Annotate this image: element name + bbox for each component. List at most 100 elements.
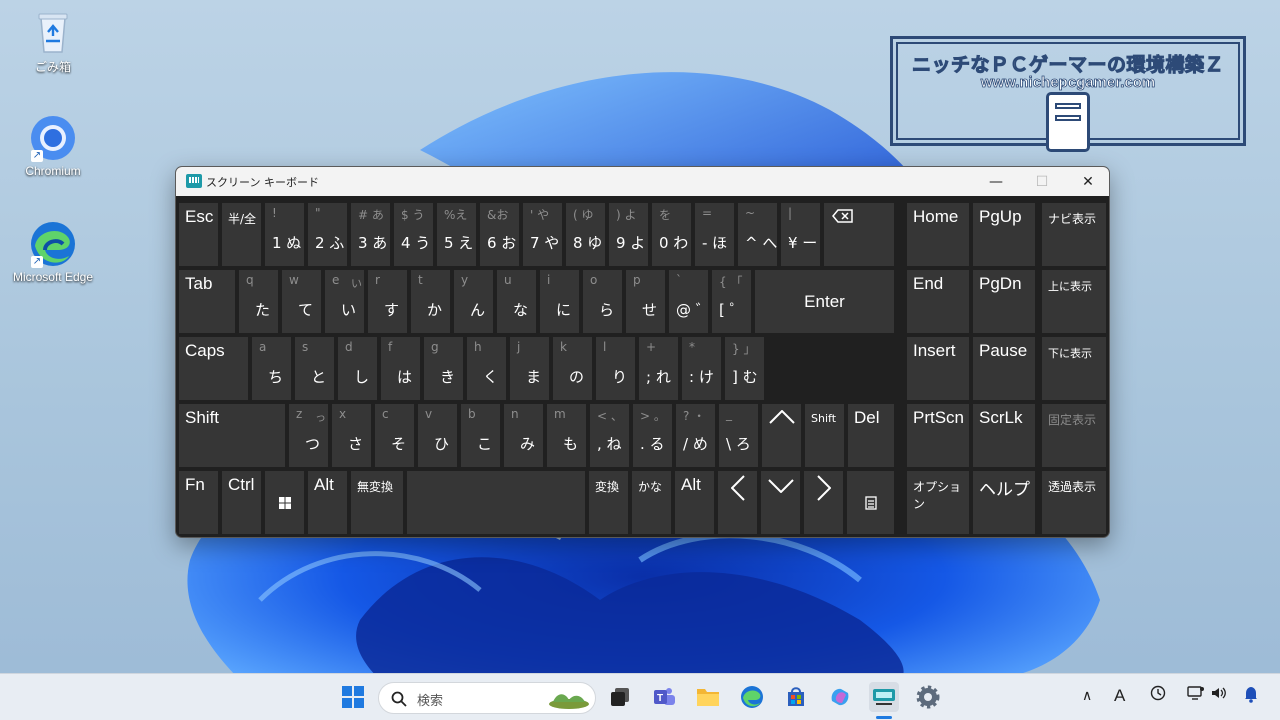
key-insert[interactable]: Insert [907, 337, 969, 400]
key-t[interactable]: tか [411, 270, 450, 333]
key-e[interactable]: eいい [325, 270, 364, 333]
key-options[interactable]: オプション [907, 471, 969, 534]
key-fn[interactable]: Fn [179, 471, 218, 534]
key-b[interactable]: bこ [461, 404, 500, 467]
key-w[interactable]: wて [282, 270, 321, 333]
key-kana-key[interactable]: かな [632, 471, 671, 534]
store-icon[interactable] [781, 682, 811, 712]
network-icon[interactable] [1187, 685, 1205, 705]
key-alt-l[interactable]: Alt [308, 471, 347, 534]
clock-icon[interactable] [1150, 685, 1166, 705]
teams-icon[interactable]: T [649, 682, 679, 712]
key-p[interactable]: pせ [626, 270, 665, 333]
key-show-down[interactable]: 下に表示 [1042, 337, 1106, 400]
edge-desktop-icon[interactable]: ↗ Microsoft Edge [10, 220, 96, 284]
key-a[interactable]: aち [252, 337, 291, 400]
key-s[interactable]: sと [295, 337, 334, 400]
key-period[interactable]: > 。 . る [633, 404, 672, 467]
key-o[interactable]: oら [583, 270, 622, 333]
key-menu[interactable] [847, 471, 894, 534]
key-r[interactable]: rす [368, 270, 407, 333]
key-alt-r[interactable]: Alt [675, 471, 714, 534]
osk-taskbar-icon[interactable] [869, 682, 899, 712]
key-g[interactable]: gき [424, 337, 463, 400]
key-minus[interactable]: = - ほ [695, 203, 734, 266]
key-scrlk[interactable]: ScrLk [973, 404, 1035, 467]
key-lbracket[interactable]: { 「 [ ゜ [712, 270, 751, 333]
key-caps[interactable]: Caps [179, 337, 248, 400]
key-prtscn[interactable]: PrtScn [907, 404, 969, 467]
key-yen[interactable]: | ¥ ー [781, 203, 820, 266]
key-u[interactable]: uな [497, 270, 536, 333]
notification-bell-icon[interactable] [1243, 685, 1259, 707]
key-caret[interactable]: ~ ^ へ [738, 203, 777, 266]
key-del[interactable]: Del [848, 404, 894, 467]
key-x[interactable]: xさ [332, 404, 371, 467]
search-box[interactable]: 検索 [378, 682, 596, 714]
key-pgup[interactable]: PgUp [973, 203, 1035, 266]
key-8[interactable]: ( ゆ 8 ゆ [566, 203, 605, 266]
key-down[interactable] [761, 471, 800, 534]
key-q[interactable]: qた [239, 270, 278, 333]
key-d[interactable]: dし [338, 337, 377, 400]
show-hidden-icons-chevron-icon[interactable]: ∧ [1082, 688, 1092, 704]
recycle-bin-desktop-icon[interactable]: ごみ箱 [10, 8, 96, 75]
settings-icon[interactable] [913, 682, 943, 712]
maximize-button[interactable]: ☐ [1019, 167, 1065, 196]
file-explorer-icon[interactable] [693, 682, 723, 712]
key-muhenkan[interactable]: 無変換 [351, 471, 403, 534]
key-j[interactable]: jま [510, 337, 549, 400]
key-tab[interactable]: Tab [179, 270, 235, 333]
key-ctrl[interactable]: Ctrl [222, 471, 261, 534]
ime-mode-indicator[interactable]: A [1114, 686, 1125, 706]
copilot-icon[interactable] [825, 682, 855, 712]
key-help[interactable]: ヘルプ [973, 471, 1035, 534]
key-fade[interactable]: 透過表示 [1042, 471, 1106, 534]
key-m[interactable]: mも [547, 404, 586, 467]
key-colon[interactable]: *: け [682, 337, 721, 400]
key-pause[interactable]: Pause [973, 337, 1035, 400]
key-rbracket[interactable]: } 」] む [725, 337, 764, 400]
key-v[interactable]: vひ [418, 404, 457, 467]
key-n[interactable]: nみ [504, 404, 543, 467]
key-slash[interactable]: ? ・ / め [676, 404, 715, 467]
key-end[interactable]: End [907, 270, 969, 333]
key-pgdn[interactable]: PgDn [973, 270, 1035, 333]
edge-icon[interactable] [737, 682, 767, 712]
key-comma[interactable]: < 、 , ね [590, 404, 629, 467]
key-home[interactable]: Home [907, 203, 969, 266]
key-space[interactable] [407, 471, 585, 534]
key-y[interactable]: yん [454, 270, 493, 333]
key-5[interactable]: %え 5 え [437, 203, 476, 266]
key-show-up[interactable]: 上に表示 [1042, 270, 1106, 333]
key-9[interactable]: ) よ 9 よ [609, 203, 648, 266]
key-right[interactable] [804, 471, 843, 534]
key-esc[interactable]: Esc [179, 203, 218, 266]
task-view-icon[interactable] [605, 682, 635, 712]
key-shift-l[interactable]: Shift [179, 404, 285, 467]
key-backslash[interactable]: _ \ ろ [719, 404, 758, 467]
window-titlebar[interactable]: スクリーン キーボード — ☐ ✕ [176, 167, 1109, 196]
key-z[interactable]: zっつ [289, 404, 328, 467]
key-left[interactable] [718, 471, 757, 534]
key-i[interactable]: iに [540, 270, 579, 333]
key-2[interactable]: " 2 ふ [308, 203, 347, 266]
chromium-desktop-icon[interactable]: ↗ Chromium [10, 114, 96, 178]
key-at[interactable]: ` @ ゛ [669, 270, 711, 333]
key-hankaku[interactable]: 半/全 [222, 203, 261, 266]
key-6[interactable]: &お 6 お [480, 203, 519, 266]
key-backspace[interactable] [824, 203, 894, 266]
start-icon[interactable] [338, 682, 368, 712]
key-navi[interactable]: ナビ表示 [1042, 203, 1106, 266]
key-henkan[interactable]: 変換 [589, 471, 628, 534]
volume-icon[interactable] [1210, 685, 1228, 705]
key-3[interactable]: # あ 3 あ [351, 203, 390, 266]
key-win[interactable] [265, 471, 304, 534]
key-k[interactable]: kの [553, 337, 592, 400]
key-up[interactable] [762, 404, 801, 467]
close-button[interactable]: ✕ [1065, 167, 1109, 196]
key-shift-r[interactable]: Shift [805, 404, 844, 467]
key-semicolon[interactable]: + ; れ [639, 337, 678, 400]
key-7[interactable]: ' や 7 や [523, 203, 562, 266]
key-0[interactable]: を 0 わ [652, 203, 691, 266]
